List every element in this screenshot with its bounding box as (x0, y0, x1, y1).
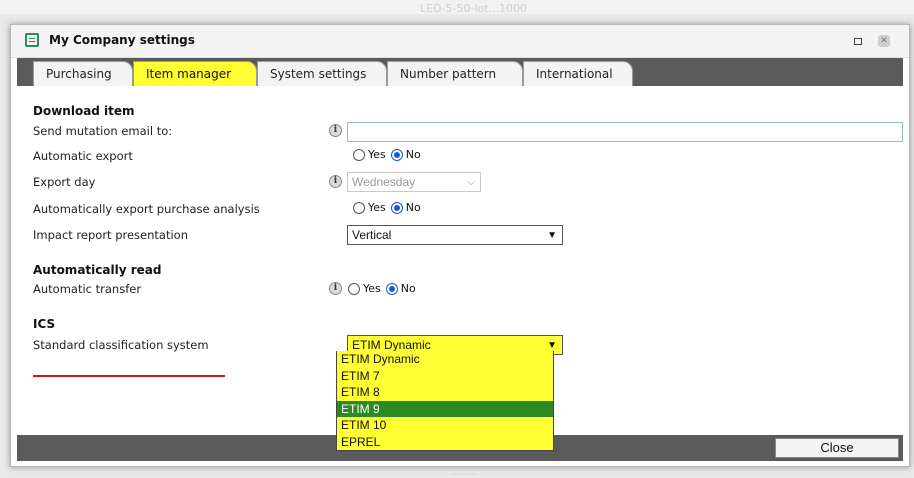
tab-item-manager[interactable]: Item manager (133, 61, 257, 86)
automatic-transfer-no-radio[interactable] (385, 282, 398, 295)
export-day-value: Wednesday (352, 175, 416, 189)
close-window-button[interactable]: ✕ (877, 35, 891, 47)
dropdown-option-etim-9[interactable]: ETIM 9 (337, 400, 553, 417)
window-form-icon (25, 33, 39, 47)
section-ics: ICS (33, 317, 56, 331)
auto-export-purchase-no-label: No (405, 201, 421, 214)
label-automatic-transfer: Automatic transfer (33, 282, 142, 296)
tab-purchasing[interactable]: Purchasing (33, 61, 133, 86)
impact-report-select[interactable]: Vertical ▼ (347, 225, 563, 245)
section-download-item: Download item (33, 104, 135, 118)
label-send-mutation-email: Send mutation email to: (33, 124, 173, 138)
impact-report-value: Vertical (352, 228, 392, 242)
label-export-day: Export day (33, 175, 96, 189)
tab-bar: Purchasing Item manager System settings … (17, 58, 903, 86)
automatic-transfer-yes-radio[interactable] (348, 282, 360, 295)
dropdown-option-etim-dynamic[interactable]: ETIM Dynamic (337, 351, 553, 368)
red-underline (33, 375, 225, 377)
classification-value: ETIM Dynamic (352, 338, 431, 352)
auto-export-purchase-yes-label: Yes (368, 201, 386, 214)
label-standard-classification: Standard classification system (33, 338, 209, 352)
maximize-button[interactable] (851, 35, 865, 47)
label-automatic-export: Automatic export (33, 149, 133, 163)
close-button[interactable]: Close (775, 438, 899, 458)
auto-export-purchase-yes-radio[interactable] (353, 201, 365, 214)
label-auto-export-purchase: Automatically export purchase analysis (33, 202, 260, 216)
window-title: My Company settings (49, 33, 195, 47)
send-mutation-email-input[interactable] (347, 122, 903, 142)
export-day-select[interactable]: Wednesday ⌵ (347, 172, 481, 192)
dropdown-option-etim-8[interactable]: ETIM 8 (337, 384, 553, 401)
auto-export-purchase-radio-group: Yes No (353, 201, 426, 214)
background-text: LED-5-50-lot...1000 (420, 2, 528, 15)
label-impact-report: Impact report presentation (33, 228, 188, 242)
automatic-export-yes-radio[interactable] (353, 148, 365, 161)
chevron-down-icon: ▼ (547, 230, 557, 241)
tab-system-settings[interactable]: System settings (257, 61, 387, 86)
info-icon[interactable]: i (329, 124, 342, 137)
classification-dropdown-list: ETIM Dynamic ETIM 7 ETIM 8 ETIM 9 ETIM 1… (336, 351, 554, 451)
dropdown-option-etim-10[interactable]: ETIM 10 (337, 417, 553, 434)
auto-export-purchase-no-radio[interactable] (390, 201, 403, 214)
automatic-export-no-radio[interactable] (390, 148, 403, 161)
section-automatically-read: Automatically read (33, 263, 162, 277)
tab-number-pattern[interactable]: Number pattern (387, 61, 523, 86)
close-icon: ✕ (878, 35, 890, 47)
maximize-icon (854, 37, 862, 45)
dropdown-option-etim-7[interactable]: ETIM 7 (337, 368, 553, 385)
automatic-export-no-label: No (405, 148, 421, 161)
title-bar[interactable]: My Company settings ✕ (11, 25, 909, 58)
automatic-export-yes-label: Yes (368, 148, 386, 161)
tab-international[interactable]: International (523, 61, 633, 86)
dropdown-option-eprel[interactable]: EPREL (337, 434, 553, 451)
automatic-transfer-no-label: No (400, 282, 416, 295)
chevron-down-icon: ⌵ (467, 177, 475, 188)
automatic-export-radio-group: Yes No (353, 148, 426, 161)
automatic-transfer-radio-group: Yes No (348, 282, 421, 295)
info-icon[interactable]: i (329, 175, 342, 188)
info-icon[interactable]: i (329, 282, 342, 295)
automatic-transfer-yes-label: Yes (363, 282, 381, 295)
